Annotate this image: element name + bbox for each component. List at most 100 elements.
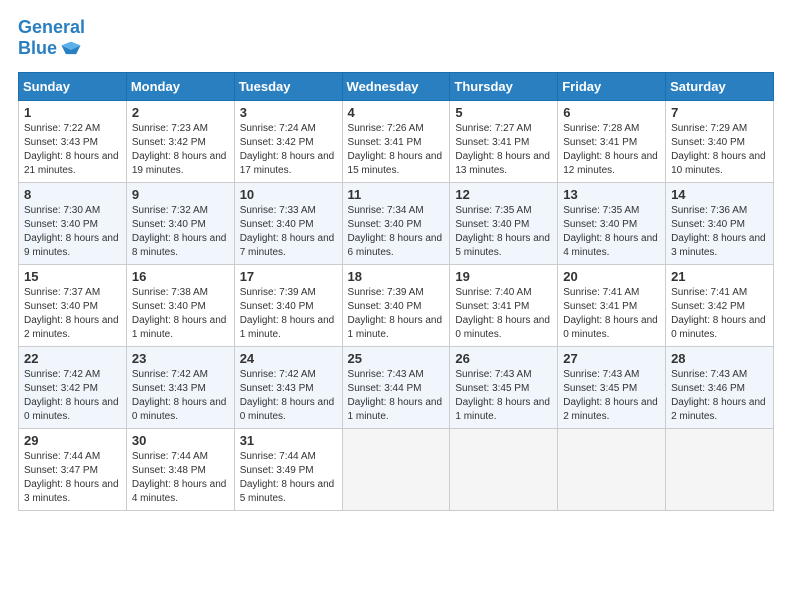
day-number: 1 — [24, 105, 121, 120]
day-number: 11 — [348, 187, 445, 202]
weekday-header-wednesday: Wednesday — [342, 72, 450, 100]
calendar-cell: 13 Sunrise: 7:35 AMSunset: 3:40 PMDaylig… — [558, 182, 666, 264]
calendar-cell: 21 Sunrise: 7:41 AMSunset: 3:42 PMDaylig… — [666, 264, 774, 346]
cell-info: Sunrise: 7:40 AMSunset: 3:41 PMDaylight:… — [455, 287, 550, 340]
weekday-header-tuesday: Tuesday — [234, 72, 342, 100]
cell-info: Sunrise: 7:29 AMSunset: 3:40 PMDaylight:… — [671, 123, 766, 176]
cell-info: Sunrise: 7:39 AMSunset: 3:40 PMDaylight:… — [240, 287, 335, 340]
day-number: 29 — [24, 433, 121, 448]
weekday-header-sunday: Sunday — [19, 72, 127, 100]
logo-text: General — [18, 18, 85, 38]
day-number: 12 — [455, 187, 552, 202]
cell-info: Sunrise: 7:41 AMSunset: 3:42 PMDaylight:… — [671, 287, 766, 340]
cell-info: Sunrise: 7:26 AMSunset: 3:41 PMDaylight:… — [348, 123, 443, 176]
calendar-table: SundayMondayTuesdayWednesdayThursdayFrid… — [18, 72, 774, 511]
cell-info: Sunrise: 7:38 AMSunset: 3:40 PMDaylight:… — [132, 287, 227, 340]
cell-info: Sunrise: 7:24 AMSunset: 3:42 PMDaylight:… — [240, 123, 335, 176]
calendar-cell — [342, 428, 450, 510]
cell-info: Sunrise: 7:33 AMSunset: 3:40 PMDaylight:… — [240, 205, 335, 258]
calendar-cell: 4 Sunrise: 7:26 AMSunset: 3:41 PMDayligh… — [342, 100, 450, 182]
cell-info: Sunrise: 7:27 AMSunset: 3:41 PMDaylight:… — [455, 123, 550, 176]
calendar-row-4: 22 Sunrise: 7:42 AMSunset: 3:42 PMDaylig… — [19, 346, 774, 428]
calendar-cell: 25 Sunrise: 7:43 AMSunset: 3:44 PMDaylig… — [342, 346, 450, 428]
day-number: 13 — [563, 187, 660, 202]
weekday-header-thursday: Thursday — [450, 72, 558, 100]
cell-info: Sunrise: 7:44 AMSunset: 3:48 PMDaylight:… — [132, 451, 227, 504]
calendar-cell: 24 Sunrise: 7:42 AMSunset: 3:43 PMDaylig… — [234, 346, 342, 428]
logo: General Blue — [18, 18, 85, 60]
cell-info: Sunrise: 7:41 AMSunset: 3:41 PMDaylight:… — [563, 287, 658, 340]
calendar-cell: 2 Sunrise: 7:23 AMSunset: 3:42 PMDayligh… — [126, 100, 234, 182]
calendar-cell: 1 Sunrise: 7:22 AMSunset: 3:43 PMDayligh… — [19, 100, 127, 182]
day-number: 5 — [455, 105, 552, 120]
day-number: 24 — [240, 351, 337, 366]
calendar-cell: 27 Sunrise: 7:43 AMSunset: 3:45 PMDaylig… — [558, 346, 666, 428]
calendar-cell: 22 Sunrise: 7:42 AMSunset: 3:42 PMDaylig… — [19, 346, 127, 428]
cell-info: Sunrise: 7:35 AMSunset: 3:40 PMDaylight:… — [455, 205, 550, 258]
calendar-row-5: 29 Sunrise: 7:44 AMSunset: 3:47 PMDaylig… — [19, 428, 774, 510]
calendar-cell: 23 Sunrise: 7:42 AMSunset: 3:43 PMDaylig… — [126, 346, 234, 428]
cell-info: Sunrise: 7:37 AMSunset: 3:40 PMDaylight:… — [24, 287, 119, 340]
day-number: 23 — [132, 351, 229, 366]
day-number: 27 — [563, 351, 660, 366]
calendar-container: General Blue SundayMondayTuesdayWednesda… — [0, 0, 792, 521]
logo-icon — [60, 38, 82, 60]
cell-info: Sunrise: 7:30 AMSunset: 3:40 PMDaylight:… — [24, 205, 119, 258]
cell-info: Sunrise: 7:34 AMSunset: 3:40 PMDaylight:… — [348, 205, 443, 258]
calendar-cell: 8 Sunrise: 7:30 AMSunset: 3:40 PMDayligh… — [19, 182, 127, 264]
calendar-cell: 11 Sunrise: 7:34 AMSunset: 3:40 PMDaylig… — [342, 182, 450, 264]
day-number: 15 — [24, 269, 121, 284]
day-number: 26 — [455, 351, 552, 366]
cell-info: Sunrise: 7:22 AMSunset: 3:43 PMDaylight:… — [24, 123, 119, 176]
calendar-cell: 3 Sunrise: 7:24 AMSunset: 3:42 PMDayligh… — [234, 100, 342, 182]
calendar-cell: 26 Sunrise: 7:43 AMSunset: 3:45 PMDaylig… — [450, 346, 558, 428]
day-number: 4 — [348, 105, 445, 120]
calendar-cell: 19 Sunrise: 7:40 AMSunset: 3:41 PMDaylig… — [450, 264, 558, 346]
day-number: 21 — [671, 269, 768, 284]
calendar-cell: 6 Sunrise: 7:28 AMSunset: 3:41 PMDayligh… — [558, 100, 666, 182]
cell-info: Sunrise: 7:42 AMSunset: 3:42 PMDaylight:… — [24, 369, 119, 422]
cell-info: Sunrise: 7:35 AMSunset: 3:40 PMDaylight:… — [563, 205, 658, 258]
calendar-cell: 5 Sunrise: 7:27 AMSunset: 3:41 PMDayligh… — [450, 100, 558, 182]
cell-info: Sunrise: 7:44 AMSunset: 3:47 PMDaylight:… — [24, 451, 119, 504]
calendar-cell: 10 Sunrise: 7:33 AMSunset: 3:40 PMDaylig… — [234, 182, 342, 264]
day-number: 6 — [563, 105, 660, 120]
cell-info: Sunrise: 7:43 AMSunset: 3:46 PMDaylight:… — [671, 369, 766, 422]
calendar-cell: 28 Sunrise: 7:43 AMSunset: 3:46 PMDaylig… — [666, 346, 774, 428]
calendar-cell: 7 Sunrise: 7:29 AMSunset: 3:40 PMDayligh… — [666, 100, 774, 182]
calendar-cell: 30 Sunrise: 7:44 AMSunset: 3:48 PMDaylig… — [126, 428, 234, 510]
weekday-header-saturday: Saturday — [666, 72, 774, 100]
day-number: 3 — [240, 105, 337, 120]
day-number: 19 — [455, 269, 552, 284]
calendar-cell: 29 Sunrise: 7:44 AMSunset: 3:47 PMDaylig… — [19, 428, 127, 510]
cell-info: Sunrise: 7:39 AMSunset: 3:40 PMDaylight:… — [348, 287, 443, 340]
cell-info: Sunrise: 7:43 AMSunset: 3:45 PMDaylight:… — [563, 369, 658, 422]
day-number: 30 — [132, 433, 229, 448]
cell-info: Sunrise: 7:28 AMSunset: 3:41 PMDaylight:… — [563, 123, 658, 176]
day-number: 17 — [240, 269, 337, 284]
logo-blue: Blue — [18, 38, 85, 60]
day-number: 28 — [671, 351, 768, 366]
cell-info: Sunrise: 7:42 AMSunset: 3:43 PMDaylight:… — [132, 369, 227, 422]
calendar-cell: 9 Sunrise: 7:32 AMSunset: 3:40 PMDayligh… — [126, 182, 234, 264]
day-number: 8 — [24, 187, 121, 202]
cell-info: Sunrise: 7:32 AMSunset: 3:40 PMDaylight:… — [132, 205, 227, 258]
day-number: 2 — [132, 105, 229, 120]
calendar-cell: 16 Sunrise: 7:38 AMSunset: 3:40 PMDaylig… — [126, 264, 234, 346]
calendar-cell: 31 Sunrise: 7:44 AMSunset: 3:49 PMDaylig… — [234, 428, 342, 510]
day-number: 22 — [24, 351, 121, 366]
cell-info: Sunrise: 7:44 AMSunset: 3:49 PMDaylight:… — [240, 451, 335, 504]
calendar-cell — [450, 428, 558, 510]
calendar-row-2: 8 Sunrise: 7:30 AMSunset: 3:40 PMDayligh… — [19, 182, 774, 264]
calendar-row-1: 1 Sunrise: 7:22 AMSunset: 3:43 PMDayligh… — [19, 100, 774, 182]
calendar-cell: 12 Sunrise: 7:35 AMSunset: 3:40 PMDaylig… — [450, 182, 558, 264]
weekday-header-monday: Monday — [126, 72, 234, 100]
day-number: 9 — [132, 187, 229, 202]
day-number: 14 — [671, 187, 768, 202]
calendar-cell: 14 Sunrise: 7:36 AMSunset: 3:40 PMDaylig… — [666, 182, 774, 264]
cell-info: Sunrise: 7:36 AMSunset: 3:40 PMDaylight:… — [671, 205, 766, 258]
day-number: 20 — [563, 269, 660, 284]
weekday-header-friday: Friday — [558, 72, 666, 100]
cell-info: Sunrise: 7:42 AMSunset: 3:43 PMDaylight:… — [240, 369, 335, 422]
day-number: 7 — [671, 105, 768, 120]
